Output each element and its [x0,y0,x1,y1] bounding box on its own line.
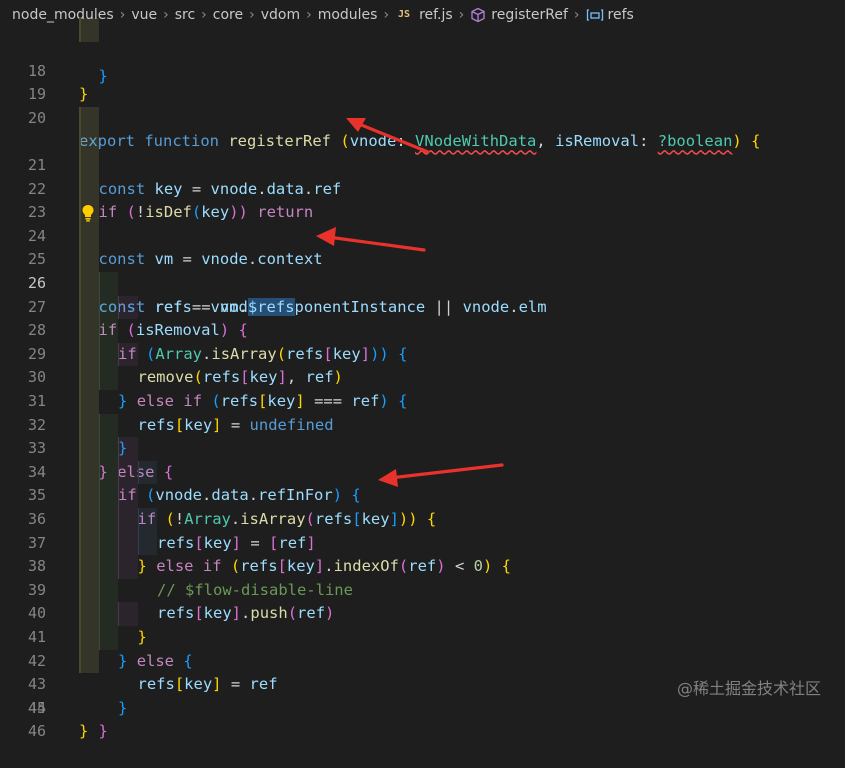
code-line[interactable]: 30 } else if (refs[key] === ref) { [0,319,845,410]
code-line[interactable]: 20 export function registerRef (vnode: V… [0,83,845,151]
code-line[interactable]: 46 [0,697,845,740]
code-line[interactable]: 31 refs[key] = undefined [0,342,845,434]
code-line[interactable]: 44 } [0,649,845,740]
code-line[interactable]: 25 const ref = vnode.componentInstance |… [0,201,845,316]
code-line[interactable]: 29 remove(refs[key], ref) [0,295,845,386]
line-number: 46 [27,722,46,741]
code-line[interactable]: 24 const vm = vnode.context [0,177,845,268]
code-line[interactable]: 41 } else { [0,578,845,670]
code-line[interactable]: 34 if (vnode.data.refInFor) { [0,413,845,504]
code-line[interactable]: 43 } [0,626,845,717]
code-line[interactable]: 35 if (!Array.isArray(refs[key])) { [0,437,845,528]
code-line[interactable]: 42 refs[key] = ref [0,602,845,693]
annotation-arrow [316,227,426,252]
code-line[interactable]: 39 refs[key].push(ref) [0,531,845,622]
annotation-arrow [378,463,504,487]
watermark: @稀土掘金技术社区 [676,679,821,698]
code-line[interactable]: 33 } else { [0,390,845,481]
code-line[interactable]: 19 [0,60,845,103]
code-line[interactable]: 40 } [0,555,845,646]
code-line[interactable]: 18 } [0,36,845,104]
code-line[interactable]: 28 if (Array.isArray(refs[key])) { [0,272,845,363]
code-line[interactable]: 32 } [0,366,845,457]
lightbulb-icon[interactable] [80,204,96,222]
annotation-arrow [346,118,430,154]
code-line[interactable]: 38 // $flow-disable-line [0,508,845,599]
